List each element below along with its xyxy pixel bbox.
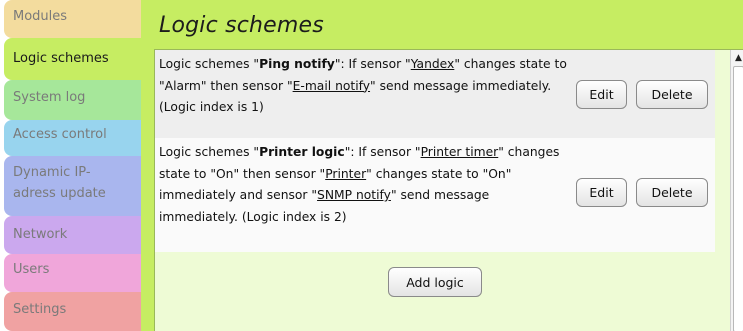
sidebar-item-label: Settings — [13, 302, 67, 317]
logic-list-panel: Logic schemes "Ping notify": If sensor "… — [154, 49, 743, 331]
logic-description: Logic schemes "Ping notify": If sensor "… — [159, 57, 567, 114]
sidebar-item-settings[interactable]: Settings — [4, 292, 141, 331]
add-logic-button[interactable]: Add logic — [388, 267, 482, 297]
sidebar-item-network[interactable]: Network — [4, 216, 141, 254]
delete-button[interactable]: Delete — [636, 80, 708, 109]
sidebar-item-label: Network — [13, 227, 68, 242]
edit-button[interactable]: Edit — [576, 80, 627, 109]
list-item: Logic schemes "Ping notify": If sensor "… — [155, 50, 715, 138]
sidebar-item-logic-schemes[interactable]: Logic schemes — [4, 38, 141, 80]
sensor-link[interactable]: Printer — [325, 167, 366, 181]
sidebar-item-label: Users — [13, 262, 50, 277]
sensor-link[interactable]: Yandex — [411, 57, 455, 71]
sensor-link[interactable]: Printer timer — [421, 145, 499, 159]
sidebar-item-dynamic-ip[interactable]: Dynamic IP- adress update — [4, 156, 141, 216]
scroll-up-arrow-icon[interactable]: ▲ — [731, 50, 743, 66]
sidebar: Modules Logic schemes System log Access … — [0, 0, 141, 331]
logic-name: Printer logic — [259, 145, 345, 159]
sidebar-item-users[interactable]: Users — [4, 254, 141, 292]
sensor-link[interactable]: SNMP notify — [317, 188, 391, 202]
list-item: Logic schemes "Printer logic": If sensor… — [155, 138, 715, 252]
scrollbar-track[interactable] — [733, 66, 743, 331]
sidebar-item-label: adress update — [13, 186, 106, 201]
delete-button[interactable]: Delete — [636, 178, 708, 207]
sidebar-item-label: Dynamic IP- — [13, 165, 91, 180]
main-content: Logic schemes Logic schemes "Ping notify… — [141, 0, 743, 331]
logic-name: Ping notify — [259, 57, 335, 71]
sidebar-item-label: Modules — [13, 9, 68, 24]
sidebar-item-access-control[interactable]: Access control — [4, 120, 141, 156]
sidebar-item-system-log[interactable]: System log — [4, 80, 141, 120]
sidebar-item-label: Access control — [13, 127, 107, 142]
sidebar-item-label: System log — [13, 90, 86, 105]
scrollbar[interactable]: ▲ — [730, 50, 743, 331]
page-title: Logic schemes — [159, 13, 324, 38]
sensor-link[interactable]: E-mail notify — [293, 79, 370, 93]
logic-description: Logic schemes "Printer logic": If sensor… — [159, 145, 560, 224]
sidebar-item-modules[interactable]: Modules — [4, 0, 141, 38]
edit-button[interactable]: Edit — [576, 178, 627, 207]
sidebar-item-label: Logic schemes — [13, 51, 109, 66]
